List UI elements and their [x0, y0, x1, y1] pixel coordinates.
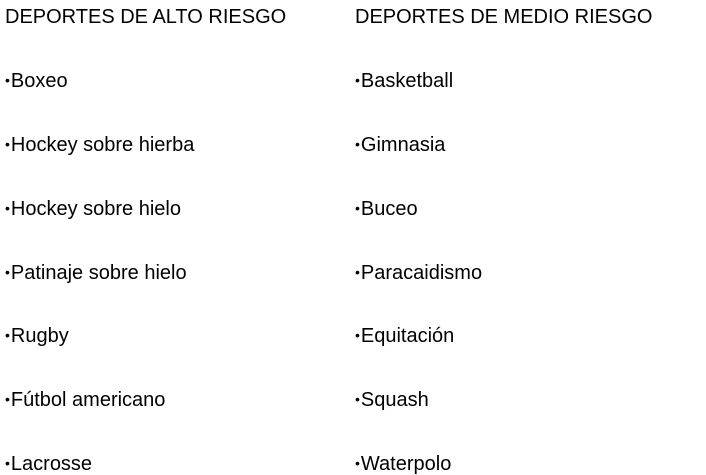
bullet-icon: •: [355, 455, 360, 471]
list-item: •Equitación: [355, 324, 454, 347]
bullet-icon: •: [355, 200, 360, 216]
bullet-icon: •: [5, 327, 10, 343]
bullet-icon: •: [5, 72, 10, 88]
list-item: •Basketball: [355, 69, 453, 92]
list-item-label: Lacrosse: [10, 453, 93, 475]
list-item-label: Waterpolo: [360, 453, 452, 475]
high-risk-title: DEPORTES DE ALTO RIESGO: [5, 6, 287, 28]
list-item: •Lacrosse: [5, 452, 92, 475]
list-item-label: Basketball: [360, 70, 454, 92]
list-item-label: Patinaje sobre hielo: [10, 262, 187, 284]
bullet-icon: •: [5, 391, 10, 407]
list-item: •Buceo: [355, 197, 418, 220]
medium-risk-title: DEPORTES DE MEDIO RIESGO: [355, 6, 653, 28]
list-item-label: Buceo: [360, 198, 418, 220]
bullet-icon: •: [355, 72, 360, 88]
list-item-label: Fútbol americano: [10, 389, 166, 411]
list-item: •Rugby: [5, 324, 69, 347]
bullet-icon: •: [5, 264, 10, 280]
list-item: •Hockey sobre hierba: [5, 133, 194, 156]
list-item-label: Hockey sobre hielo: [10, 198, 181, 220]
bullet-icon: •: [355, 264, 360, 280]
list-item-label: Gimnasia: [360, 134, 446, 156]
list-item: •Fútbol americano: [5, 388, 165, 411]
list-item-label: Boxeo: [10, 70, 68, 92]
list-item: •Waterpolo: [355, 452, 451, 475]
bullet-icon: •: [355, 327, 360, 343]
bullet-icon: •: [355, 136, 360, 152]
list-item: •Gimnasia: [355, 133, 445, 156]
bullet-icon: •: [5, 136, 10, 152]
list-item-label: Paracaidismo: [360, 262, 483, 284]
bullet-icon: •: [5, 455, 10, 471]
list-item: •Patinaje sobre hielo: [5, 261, 187, 284]
bullet-icon: •: [5, 200, 10, 216]
list-item-label: Squash: [360, 389, 429, 411]
list-item: •Squash: [355, 388, 429, 411]
bullet-icon: •: [355, 391, 360, 407]
list-item: •Paracaidismo: [355, 261, 482, 284]
list-item: •Hockey sobre hielo: [5, 197, 181, 220]
list-item-label: Equitación: [360, 325, 455, 347]
list-item: •Boxeo: [5, 69, 68, 92]
list-item-label: Hockey sobre hierba: [10, 134, 195, 156]
list-item-label: Rugby: [10, 325, 69, 347]
